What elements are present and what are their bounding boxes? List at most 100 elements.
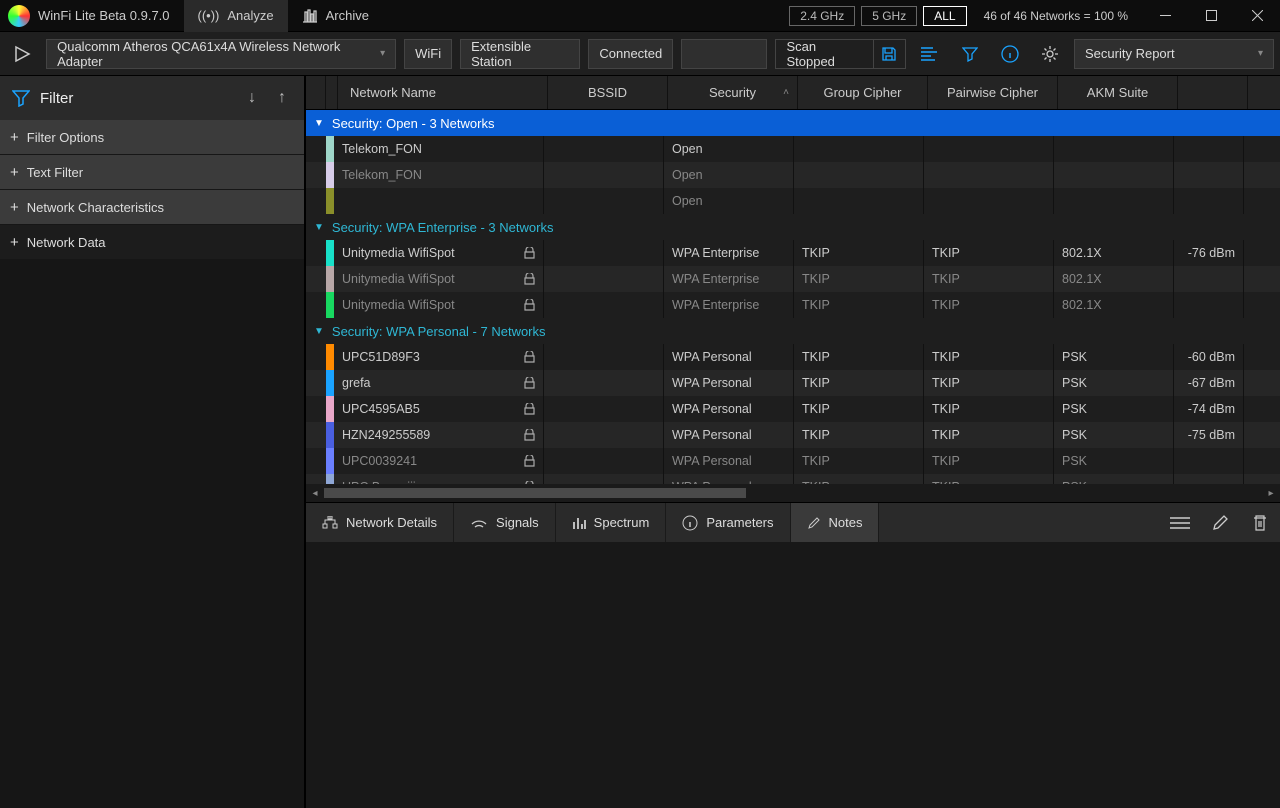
cell-security: WPA Enterprise <box>664 266 794 292</box>
cell-network-name: Unitymedia WifiSpot <box>334 240 544 266</box>
settings-icon[interactable] <box>1034 37 1066 71</box>
cell-network-name: Telekom_FON <box>334 162 544 188</box>
dtab-parameters[interactable]: Parameters <box>666 503 790 542</box>
cell-bssid <box>544 422 664 448</box>
table-row[interactable]: HZN249255589 WPA Personal TKIP TKIP PSK … <box>306 422 1280 448</box>
cell-security: WPA Personal <box>664 396 794 422</box>
save-button[interactable] <box>873 40 905 68</box>
sidebar-item-label: Network Characteristics <box>27 200 164 215</box>
collapse-icon: ▼ <box>314 326 324 337</box>
band-5ghz-button[interactable]: 5 GHz <box>861 6 917 26</box>
cell-bssid <box>544 448 664 474</box>
table-row[interactable]: UPC51D89F3 WPA Personal TKIP TKIP PSK -6… <box>306 344 1280 370</box>
dtab-label: Spectrum <box>594 515 650 530</box>
network-table-body[interactable]: ▼Security: Open - 3 Networks Telekom_FON… <box>306 110 1280 484</box>
cell-akm: PSK <box>1054 370 1174 396</box>
dtab-spectrum[interactable]: Spectrum <box>556 503 667 542</box>
cell-bssid <box>544 188 664 214</box>
tab-analyze[interactable]: ((•)) Analyze <box>184 0 288 32</box>
cell-security: WPA Personal <box>664 344 794 370</box>
color-indicator <box>326 422 334 448</box>
info-icon[interactable] <box>994 37 1026 71</box>
col-group-cipher[interactable]: Group Cipher <box>798 76 928 109</box>
cell-security: WPA Personal <box>664 422 794 448</box>
bars-icon <box>572 516 586 530</box>
cell-signal <box>1174 162 1244 188</box>
maximize-button[interactable] <box>1188 0 1234 32</box>
tree-icon <box>322 516 338 530</box>
report-select[interactable]: Security Report ▾ <box>1074 39 1274 69</box>
filter-icon[interactable] <box>954 37 986 71</box>
sidebar-item-network-characteristics[interactable]: +Network Characteristics <box>0 190 304 224</box>
col-akm-suite[interactable]: AKM Suite <box>1058 76 1178 109</box>
cell-bssid <box>544 344 664 370</box>
scroll-right-icon[interactable]: ▸ <box>1262 488 1280 499</box>
horizontal-scrollbar[interactable]: ◂ ▸ <box>306 484 1280 502</box>
list-view-icon[interactable] <box>1160 503 1200 542</box>
table-row[interactable]: Unitymedia WifiSpot WPA Enterprise TKIP … <box>306 240 1280 266</box>
group-label: Security: Open - 3 Networks <box>332 116 495 131</box>
mode-status: Extensible Station <box>460 39 580 69</box>
sort-down-icon[interactable]: ↓ <box>242 89 262 107</box>
delete-icon[interactable] <box>1240 503 1280 542</box>
cell-group-cipher: TKIP <box>794 422 924 448</box>
sidebar-title: Filter <box>40 90 232 107</box>
minimize-button[interactable] <box>1142 0 1188 32</box>
band-24ghz-button[interactable]: 2.4 GHz <box>789 6 855 26</box>
table-row[interactable]: Telekom_FON Open <box>306 136 1280 162</box>
cell-network-name: Unitymedia WifiSpot <box>334 266 544 292</box>
cell-group-cipher <box>794 188 924 214</box>
sidebar-item-filter-options[interactable]: +Filter Options <box>0 120 304 154</box>
table-header: Network Name BSSID Security˄ Group Ciphe… <box>306 76 1280 110</box>
table-row[interactable]: UPC Banzaiii WPA Personal TKIP TKIP PSK <box>306 474 1280 484</box>
col-bssid[interactable]: BSSID <box>548 76 668 109</box>
cell-signal: -67 dBm <box>1174 370 1244 396</box>
group-header[interactable]: ▼Security: WPA Personal - 7 Networks <box>306 318 1280 344</box>
cell-bssid <box>544 162 664 188</box>
scroll-left-icon[interactable]: ◂ <box>306 488 324 499</box>
table-row[interactable]: Open <box>306 188 1280 214</box>
cell-akm: 802.1X <box>1054 292 1174 318</box>
chevron-down-icon: ▾ <box>1258 48 1263 59</box>
group-header[interactable]: ▼Security: WPA Enterprise - 3 Networks <box>306 214 1280 240</box>
table-row[interactable]: Unitymedia WifiSpot WPA Enterprise TKIP … <box>306 266 1280 292</box>
table-row[interactable]: UPC0039241 WPA Personal TKIP TKIP PSK <box>306 448 1280 474</box>
table-row[interactable]: grefa WPA Personal TKIP TKIP PSK -67 dBm <box>306 370 1280 396</box>
cell-pairwise-cipher: TKIP <box>924 396 1054 422</box>
cell-pairwise-cipher: TKIP <box>924 240 1054 266</box>
pencil-icon <box>807 516 821 530</box>
cell-signal <box>1174 474 1244 484</box>
table-row[interactable]: Unitymedia WifiSpot WPA Enterprise TKIP … <box>306 292 1280 318</box>
sidebar-item-text-filter[interactable]: +Text Filter <box>0 155 304 189</box>
table-row[interactable]: UPC4595AB5 WPA Personal TKIP TKIP PSK -7… <box>306 396 1280 422</box>
cell-network-name: UPC0039241 <box>334 448 544 474</box>
edit-icon[interactable] <box>1200 503 1240 542</box>
close-button[interactable] <box>1234 0 1280 32</box>
sort-up-icon[interactable]: ↑ <box>272 89 292 107</box>
cell-bssid <box>544 240 664 266</box>
adapter-select[interactable]: Qualcomm Atheros QCA61x4A Wireless Netwo… <box>46 39 396 69</box>
notes-panel[interactable] <box>306 542 1280 808</box>
cell-security: Open <box>664 136 794 162</box>
tab-archive[interactable]: Archive <box>288 0 383 32</box>
col-network-name[interactable]: Network Name <box>338 76 548 109</box>
dtab-network-details[interactable]: Network Details <box>306 503 454 542</box>
cell-security: WPA Personal <box>664 474 794 484</box>
dtab-notes[interactable]: Notes <box>791 503 880 542</box>
cell-network-name: UPC51D89F3 <box>334 344 544 370</box>
align-icon[interactable] <box>914 37 946 71</box>
dtab-signals[interactable]: Signals <box>454 503 556 542</box>
color-indicator <box>326 474 334 484</box>
group-header[interactable]: ▼Security: Open - 3 Networks <box>306 110 1280 136</box>
cell-group-cipher <box>794 162 924 188</box>
band-all-button[interactable]: ALL <box>923 6 966 26</box>
sidebar-item-network-data[interactable]: +Network Data <box>0 225 304 259</box>
color-indicator <box>326 448 334 474</box>
cell-signal: -76 dBm <box>1174 240 1244 266</box>
color-indicator <box>326 240 334 266</box>
col-security[interactable]: Security˄ <box>668 76 798 109</box>
table-row[interactable]: Telekom_FON Open <box>306 162 1280 188</box>
col-pairwise-cipher[interactable]: Pairwise Cipher <box>928 76 1058 109</box>
start-scan-button[interactable] <box>6 37 38 71</box>
cell-network-name <box>334 188 544 214</box>
